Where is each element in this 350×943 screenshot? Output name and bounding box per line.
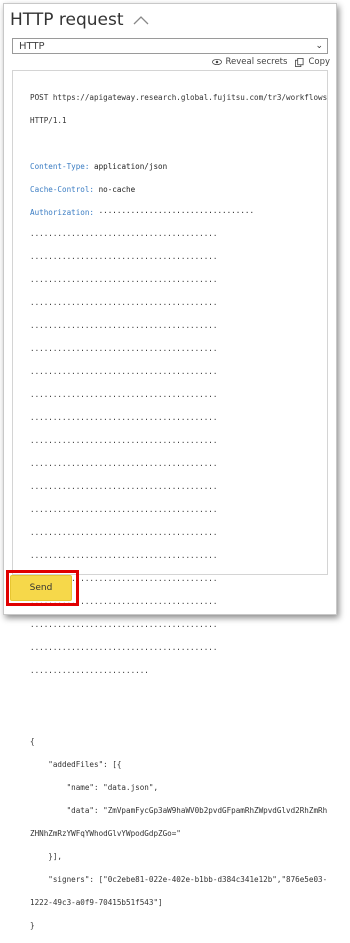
auth-line: ········································… [30, 506, 218, 516]
request-line-1: POST https://apigateway.research.global.… [30, 92, 328, 102]
panel-header: HTTP request [10, 10, 150, 30]
auth-line: ········································… [30, 276, 218, 286]
eye-icon[interactable] [211, 58, 222, 66]
body-line: }], [30, 851, 63, 861]
body-line: "addedFiles": [{ [30, 759, 122, 769]
request-code: POST https://apigateway.research.global.… [30, 80, 335, 943]
header-name: Content-Type: [30, 161, 90, 171]
auth-line: ········································… [30, 644, 218, 654]
secret-actions: Reveal secrets Copy [211, 57, 330, 67]
auth-line: ········································… [30, 368, 218, 378]
auth-line: ········································… [30, 552, 218, 562]
auth-line: ········································… [30, 483, 218, 493]
header-content-type: Content-Type: application/json [30, 161, 335, 173]
auth-line: ·························· [30, 667, 149, 677]
body-line: "name": "data.json", [30, 782, 159, 792]
reveal-secrets-link[interactable]: Reveal secrets [226, 57, 288, 67]
chevron-down-icon: ⌄ [315, 41, 323, 51]
header-value: no-cache [94, 184, 136, 194]
protocol-select-value: HTTP [19, 40, 45, 52]
collapse-caret-icon[interactable] [132, 14, 150, 26]
body-line: 1222-49c3-a0f9-70415b51f543"] [30, 897, 163, 907]
header-name: Cache-Control: [30, 184, 95, 194]
send-button[interactable]: Send [10, 575, 72, 601]
copy-link[interactable]: Copy [308, 57, 330, 67]
auth-line: ········································… [30, 437, 218, 447]
auth-line: ········································… [30, 460, 218, 470]
header-name: Authorization: [30, 207, 95, 217]
auth-line: ········································… [30, 253, 218, 263]
header-cache-control: Cache-Control: no-cache [30, 184, 335, 196]
panel-title: HTTP request [10, 10, 124, 30]
header-value: application/json [89, 161, 168, 171]
auth-line: ········································… [30, 322, 218, 332]
auth-line: ········································… [30, 345, 218, 355]
auth-line: ········································… [30, 391, 218, 401]
body-line: { [30, 736, 35, 746]
header-authorization: Authorization: ·························… [30, 207, 335, 219]
protocol-select[interactable]: HTTP ⌄ [12, 38, 328, 54]
auth-line: ········································… [30, 621, 218, 631]
auth-line: ········································… [30, 230, 218, 240]
body-line: ZHNhZmRzYWFqYWhodGlvYWpodGdpZGo=" [30, 828, 181, 838]
auth-line: ········································… [30, 414, 218, 424]
body-line: "signers": ["0c2ebe81-022e-402e-b1bb-d38… [30, 874, 328, 884]
auth-line: ········································… [30, 299, 218, 309]
body-line: } [30, 920, 35, 930]
auth-line: ········································… [30, 529, 218, 539]
body-line: "data": "ZmVpamFycGp3aW9haWV0b2pvdGFpamR… [30, 805, 328, 815]
request-line-2: HTTP/1.1 [30, 115, 67, 125]
copy-icon[interactable] [295, 57, 304, 67]
header-value: ·································· [94, 207, 255, 217]
